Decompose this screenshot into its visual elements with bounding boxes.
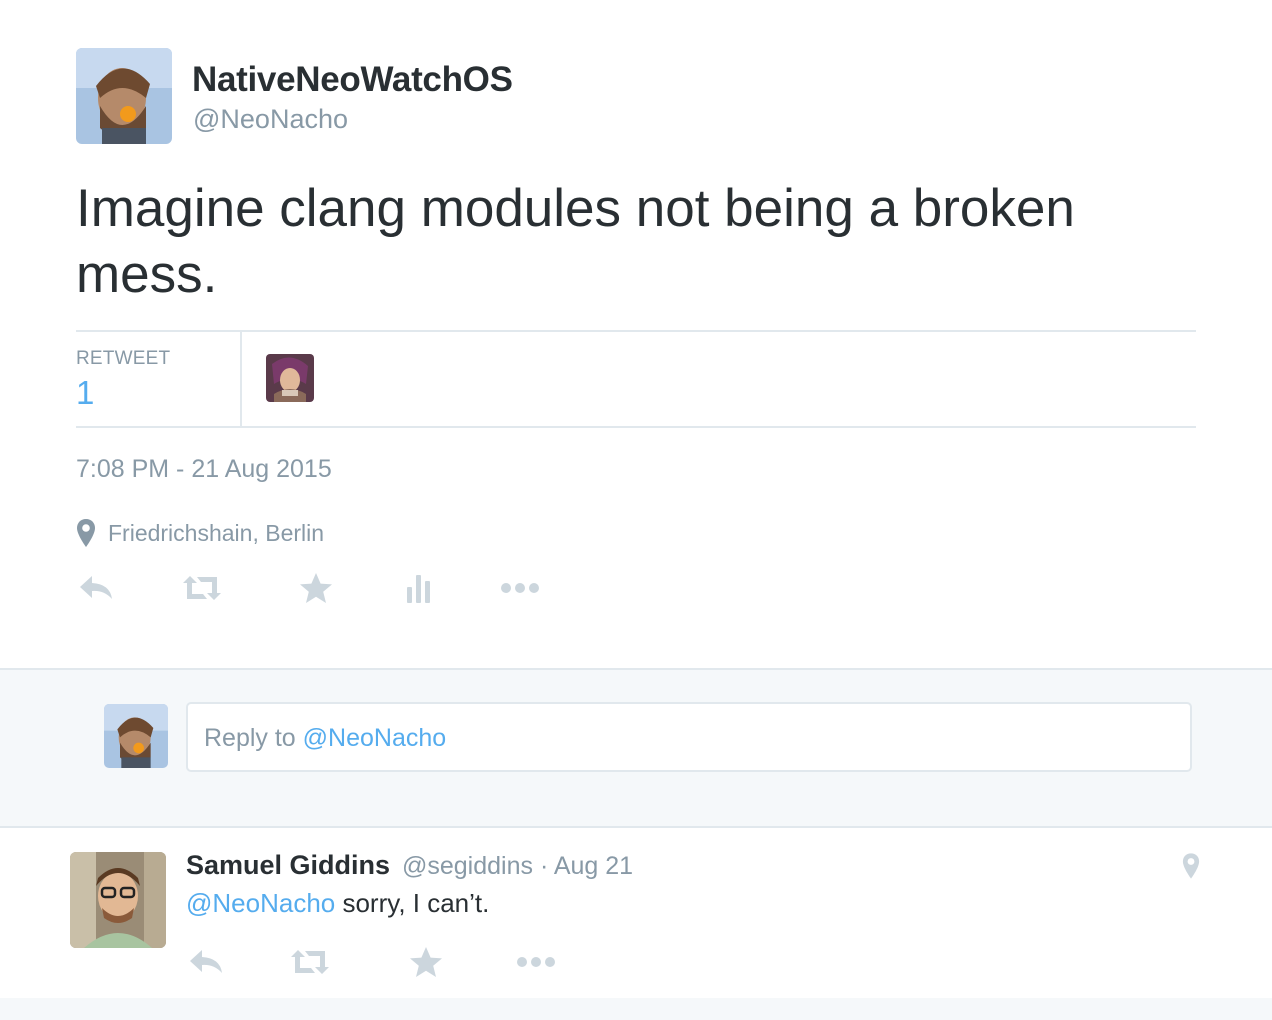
separator xyxy=(0,804,1272,826)
more-icon[interactable] xyxy=(498,566,542,610)
reply-composer: Reply to @NeoNacho xyxy=(0,668,1272,806)
current-user-avatar xyxy=(104,704,168,768)
tweet-text: Imagine clang modules not being a broken… xyxy=(76,179,1075,304)
analytics-icon[interactable] xyxy=(402,566,436,610)
stats-divider xyxy=(240,332,242,426)
retweeter-avatar[interactable] xyxy=(266,354,314,402)
reply-icon[interactable] xyxy=(76,566,116,610)
reply-icon[interactable] xyxy=(186,940,226,984)
favorite-icon[interactable] xyxy=(296,566,336,610)
author-handle[interactable]: @NeoNacho xyxy=(193,104,348,135)
reply-tweet-text: @NeoNacho sorry, I can’t. xyxy=(186,888,489,919)
retweet-label: RETWEET xyxy=(76,348,171,369)
reply-mention: @NeoNacho xyxy=(302,724,447,752)
retweet-icon[interactable] xyxy=(180,566,224,610)
bottom-separator xyxy=(0,998,1272,1020)
author-name[interactable]: NativeNeoWatchOS xyxy=(192,60,513,100)
retweet-icon[interactable] xyxy=(288,940,332,984)
reply-tweet[interactable]: Samuel Giddins @segiddins · Aug 21 @NeoN… xyxy=(0,826,1272,1000)
tweet-stats: RETWEET 1 xyxy=(76,330,1196,428)
geo-pin-icon xyxy=(1182,852,1200,880)
reply-author-meta[interactable]: @segiddins · Aug 21 xyxy=(402,852,633,881)
reply-placeholder: Reply to @NeoNacho xyxy=(204,724,446,753)
favorite-icon[interactable] xyxy=(406,940,446,984)
reply-prefix: Reply to xyxy=(204,724,303,752)
reply-author-avatar[interactable] xyxy=(70,852,166,948)
reply-tweet-mention[interactable]: @NeoNacho xyxy=(186,888,335,918)
reply-input[interactable]: Reply to @NeoNacho xyxy=(186,702,1192,772)
author-avatar[interactable] xyxy=(76,48,172,144)
tweet-timestamp[interactable]: 7:08 PM - 21 Aug 2015 xyxy=(76,455,332,484)
reply-author-name[interactable]: Samuel Giddins xyxy=(186,850,390,881)
more-icon[interactable] xyxy=(514,940,558,984)
location-pin-icon xyxy=(76,518,96,548)
reply-tweet-body: sorry, I can’t. xyxy=(335,888,490,918)
retweet-count[interactable]: 1 xyxy=(76,374,94,412)
tweet-location[interactable]: Friedrichshain, Berlin xyxy=(108,520,324,547)
